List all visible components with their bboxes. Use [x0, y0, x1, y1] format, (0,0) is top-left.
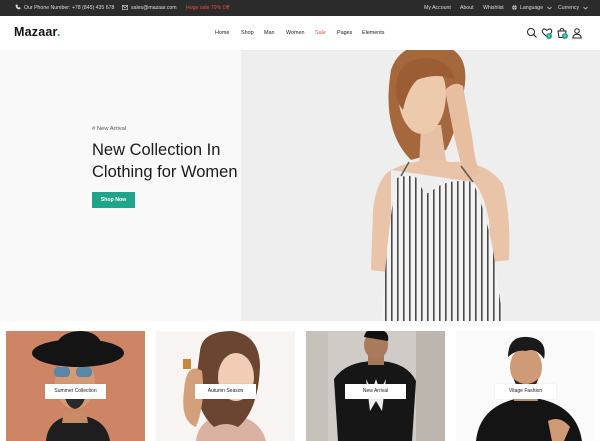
logo-text: Mazaar — [14, 25, 57, 39]
wishlist-link[interactable]: Whishlist — [483, 0, 504, 16]
chevron-down-icon — [546, 6, 552, 10]
hero-title-line-1: New Collection In — [92, 141, 221, 159]
currency-select[interactable]: Currency — [558, 0, 591, 16]
hero-title-line-2: Clothing for Women — [92, 163, 238, 181]
nav-home[interactable]: Home — [215, 30, 229, 36]
logo[interactable]: Mazaar. — [14, 25, 61, 39]
search-icon[interactable] — [526, 27, 538, 39]
chevron-down-icon — [582, 6, 588, 10]
category-card-autumn[interactable]: Autumn Season — [156, 331, 295, 441]
category-card-summer[interactable]: Summer Collection — [6, 331, 145, 441]
cart-count-badge: 0 — [562, 33, 568, 39]
nav-pages[interactable]: Pages — [337, 30, 352, 36]
nav-man[interactable]: Man — [264, 30, 275, 36]
nav-shop[interactable]: Shop — [241, 30, 254, 36]
main-header: Mazaar. Home Shop Man Women Sale Pages E… — [0, 16, 600, 50]
category-label[interactable]: Autumn Season — [195, 384, 256, 399]
category-card-vintage[interactable]: Vitage Fashion — [456, 331, 595, 441]
hero-title: New Collection In Clothing for Women — [92, 139, 262, 183]
promo-text[interactable]: Huge sale 70% Off — [186, 0, 229, 16]
currency-label: Currency — [558, 5, 580, 11]
nav-elements[interactable]: Elements — [362, 30, 384, 36]
shop-now-button[interactable]: Shop Now — [92, 192, 135, 208]
email-info[interactable]: sales@mazaar.com — [122, 0, 177, 16]
language-select[interactable]: Language — [512, 0, 555, 16]
category-label[interactable]: New Arrival — [345, 384, 406, 399]
user-icon[interactable] — [571, 27, 583, 39]
nav-sale[interactable]: Sale — [315, 30, 326, 36]
globe-icon — [512, 5, 517, 11]
logo-dot: . — [56, 25, 61, 39]
category-card-new-arrival[interactable]: New Arrival — [306, 331, 445, 441]
phone-info: Our Phone Number: +78 (845) 435 678 — [15, 0, 114, 16]
mail-icon — [122, 5, 128, 10]
hero-image — [241, 50, 600, 321]
my-account-link[interactable]: My Account — [424, 0, 451, 16]
email-text: sales@mazaar.com — [131, 5, 177, 11]
category-label[interactable]: Vitage Fashion — [495, 384, 556, 399]
top-bar: Our Phone Number: +78 (845) 435 678 sale… — [0, 0, 600, 16]
about-link[interactable]: About — [460, 0, 474, 16]
category-label[interactable]: Summer Collection — [45, 384, 106, 399]
hero-model-illustration — [241, 50, 600, 321]
hero-text-panel — [0, 50, 241, 321]
phone-icon — [15, 4, 21, 10]
nav-women[interactable]: Women — [286, 30, 304, 36]
language-label: Language — [520, 5, 544, 11]
hero-eyebrow: # New Arrival — [92, 126, 127, 132]
phone-text: Our Phone Number: +78 (845) 435 678 — [24, 5, 115, 11]
wishlist-count-badge: 0 — [546, 33, 552, 39]
